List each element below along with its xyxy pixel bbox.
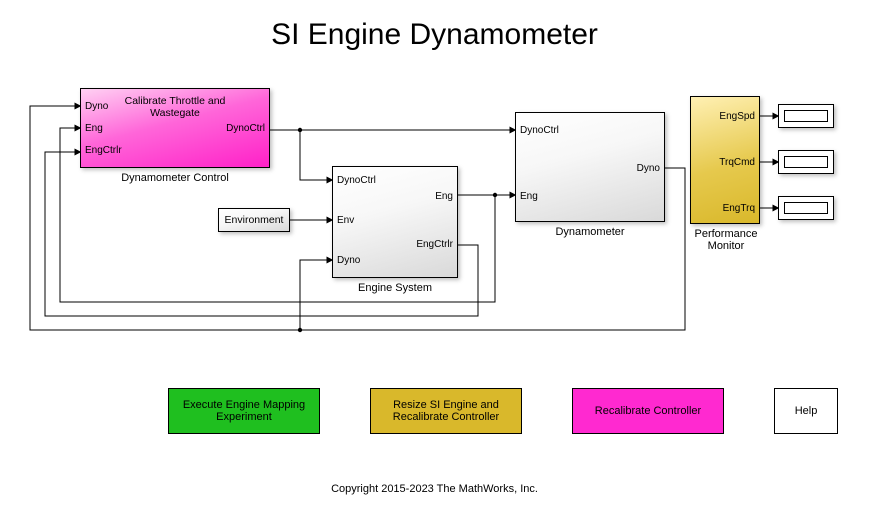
button-resize-recalibrate[interactable]: Resize SI Engine and Recalibrate Control… (370, 388, 522, 434)
port-out-dyno: Dyno (637, 163, 660, 174)
port-in-eng: Eng (85, 123, 103, 134)
port-in-dyno: Dyno (85, 101, 108, 112)
block-dynamometer-control[interactable]: Calibrate Throttle and Wastegate Dyno En… (80, 88, 270, 168)
block-environment[interactable]: Environment (218, 208, 290, 232)
block-dynamometer[interactable]: DynoCtrl Eng Dyno (515, 112, 665, 222)
port-in-eng: Eng (520, 191, 538, 202)
port-out-engctrlr: EngCtrlr (416, 239, 453, 250)
port-out-dynoctrl: DynoCtrl (226, 123, 265, 134)
port-out-engtrq: EngTrq (723, 203, 755, 214)
label-engine-system: Engine System (332, 282, 458, 294)
button-execute-mapping[interactable]: Execute Engine Mapping Experiment (168, 388, 320, 434)
port-out-trqcmd: TrqCmd (719, 157, 755, 168)
scope-engtrq[interactable] (778, 196, 834, 220)
diagram-canvas: SI Engine Dynamometer (0, 0, 869, 509)
scope-trqcmd[interactable] (778, 150, 834, 174)
block-engine-system[interactable]: DynoCtrl Env Dyno Eng EngCtrlr (332, 166, 458, 278)
port-out-eng: Eng (435, 191, 453, 202)
label-dynamometer-control: Dynamometer Control (80, 172, 270, 184)
button-help[interactable]: Help (774, 388, 838, 434)
port-in-env: Env (337, 215, 354, 226)
port-in-dynoctrl: DynoCtrl (337, 175, 376, 186)
port-in-dynoctrl: DynoCtrl (520, 125, 559, 136)
port-out-engspd: EngSpd (719, 111, 755, 122)
label-performance-monitor: Performance Monitor (676, 228, 776, 252)
copyright-text: Copyright 2015-2023 The MathWorks, Inc. (0, 483, 869, 495)
block-env-label: Environment (219, 209, 289, 231)
block-performance-monitor[interactable]: EngSpd TrqCmd EngTrq (690, 96, 760, 224)
scope-engspd[interactable] (778, 104, 834, 128)
label-dynamometer: Dynamometer (515, 226, 665, 238)
page-title: SI Engine Dynamometer (0, 18, 869, 52)
port-in-engctrlr: EngCtrlr (85, 145, 122, 156)
port-in-dyno: Dyno (337, 255, 360, 266)
button-recalibrate-controller[interactable]: Recalibrate Controller (572, 388, 724, 434)
